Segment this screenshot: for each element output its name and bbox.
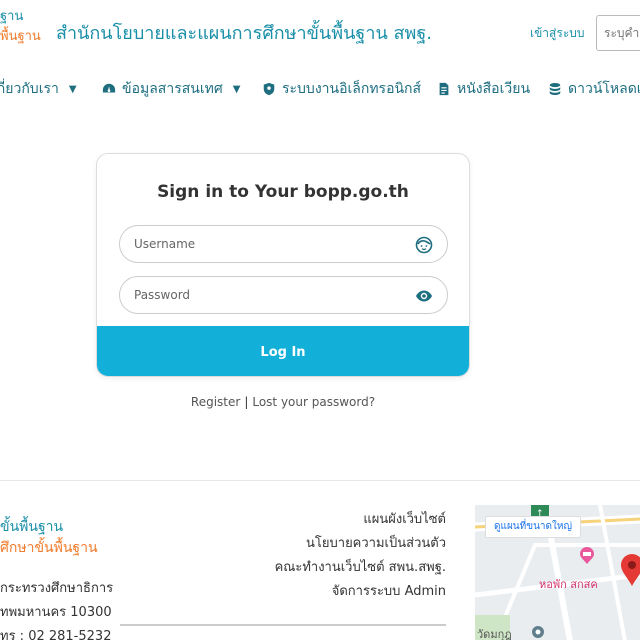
footer-logo-bottom: ศึกษาขั้นพื้นฐาน [0, 540, 98, 556]
nav-item-about[interactable]: เกี่ยวกับเรา ▼ [0, 78, 77, 100]
password-field[interactable] [119, 276, 448, 314]
view-larger-map-button[interactable]: ดูแผนที่ขนาดใหญ่ [485, 516, 582, 538]
map-street-label: วัดมกุฎ [477, 628, 512, 640]
nav-item-label: เกี่ยวกับเรา [0, 81, 59, 97]
nav-item-eservice[interactable]: ระบบงานอิเล็กทรอนิกส์ [262, 78, 421, 100]
hotel-pin-icon [580, 547, 594, 564]
footer-link-sitemap[interactable]: แผนผังเว็บไซต์ [363, 508, 446, 529]
login-title: Sign in to Your bopp.go.th [157, 182, 409, 202]
login-link[interactable]: เข้าสู่ระบบ [530, 24, 585, 43]
database-icon [549, 83, 561, 95]
site-header: ฐาน พื้นฐาน สำนักนโยบายและแผนการศึกษาขั้… [0, 0, 640, 64]
search-input[interactable] [596, 15, 640, 51]
location-map[interactable]: ↑ ดูแผนที่ขนาดใหญ่ หอพัก สกสค วัดมกุฎ [475, 505, 640, 640]
footer-logo-top: ขั้นพื้นฐาน [0, 519, 64, 535]
nav-item-download[interactable]: ดาวน์โหลดเอ [548, 78, 640, 100]
logo-text-top[interactable]: ฐาน [0, 10, 23, 23]
shield-icon [263, 82, 275, 96]
auth-links: Register | Lost your password? [0, 395, 566, 409]
site-footer: ขั้นพื้นฐาน ศึกษาขั้นพื้นฐาน กระทรวงศึกษ… [0, 480, 640, 640]
footer-link-admin[interactable]: จัดการระบบ Admin [332, 580, 446, 601]
login-card: Sign in to Your bopp.go.th Log In [96, 153, 470, 377]
caret-down-icon: ▼ [68, 83, 77, 95]
place-marker-icon [532, 626, 544, 638]
footer-link-team[interactable]: คณะทำงานเว็บไซต์ สพน.สพฐ. [275, 556, 446, 577]
username-input[interactable] [134, 226, 404, 262]
location-pin-icon [621, 554, 640, 586]
lost-password-link[interactable]: Lost your password? [252, 395, 375, 409]
nav-item-circular[interactable]: หนังสือเวียน [437, 78, 530, 100]
nav-item-label: หนังสือเวียน [457, 81, 531, 97]
page: ฐาน พื้นฐาน สำนักนโยบายและแผนการศึกษาขั้… [0, 0, 640, 640]
nav-item-label: ระบบงานอิเล็กทรอนิกส์ [282, 81, 422, 97]
document-icon [439, 82, 449, 96]
username-field[interactable] [119, 225, 448, 263]
nav-item-info[interactable]: ข้อมูลสารสนเทศ ▼ [102, 78, 240, 100]
nav-item-label: ข้อมูลสารสนเทศ [122, 81, 223, 97]
caret-down-icon: ▼ [232, 83, 241, 95]
user-face-icon [415, 236, 433, 254]
logo-text-bottom[interactable]: พื้นฐาน [0, 30, 41, 43]
site-title[interactable]: สำนักนโยบายและแผนการศึกษาขั้นพื้นฐาน สพฐ… [56, 18, 432, 47]
eye-icon[interactable] [415, 287, 433, 305]
footer-address-line: กระทรวงศึกษาธิการ [0, 581, 114, 596]
map-place-label: หอพัก สกสค [539, 578, 598, 591]
register-link[interactable]: Register [191, 395, 240, 409]
nav-item-label: ดาวน์โหลดเอ [568, 81, 640, 97]
login-button[interactable]: Log In [97, 326, 469, 376]
footer-address-line: ทพมหานคร 10300 [0, 605, 112, 620]
link-separator: | [244, 395, 249, 409]
password-input[interactable] [134, 277, 404, 313]
footer-link-privacy[interactable]: นโยบายความเป็นส่วนตัว [306, 532, 446, 553]
main-nav: เกี่ยวกับเรา ▼ ข้อมูลสารสนเทศ ▼ ระบบงานอ… [0, 70, 640, 108]
footer-phone: ทร : 02 281-5232 [0, 629, 112, 640]
footer-divider [120, 624, 446, 626]
dashboard-icon [102, 83, 116, 93]
